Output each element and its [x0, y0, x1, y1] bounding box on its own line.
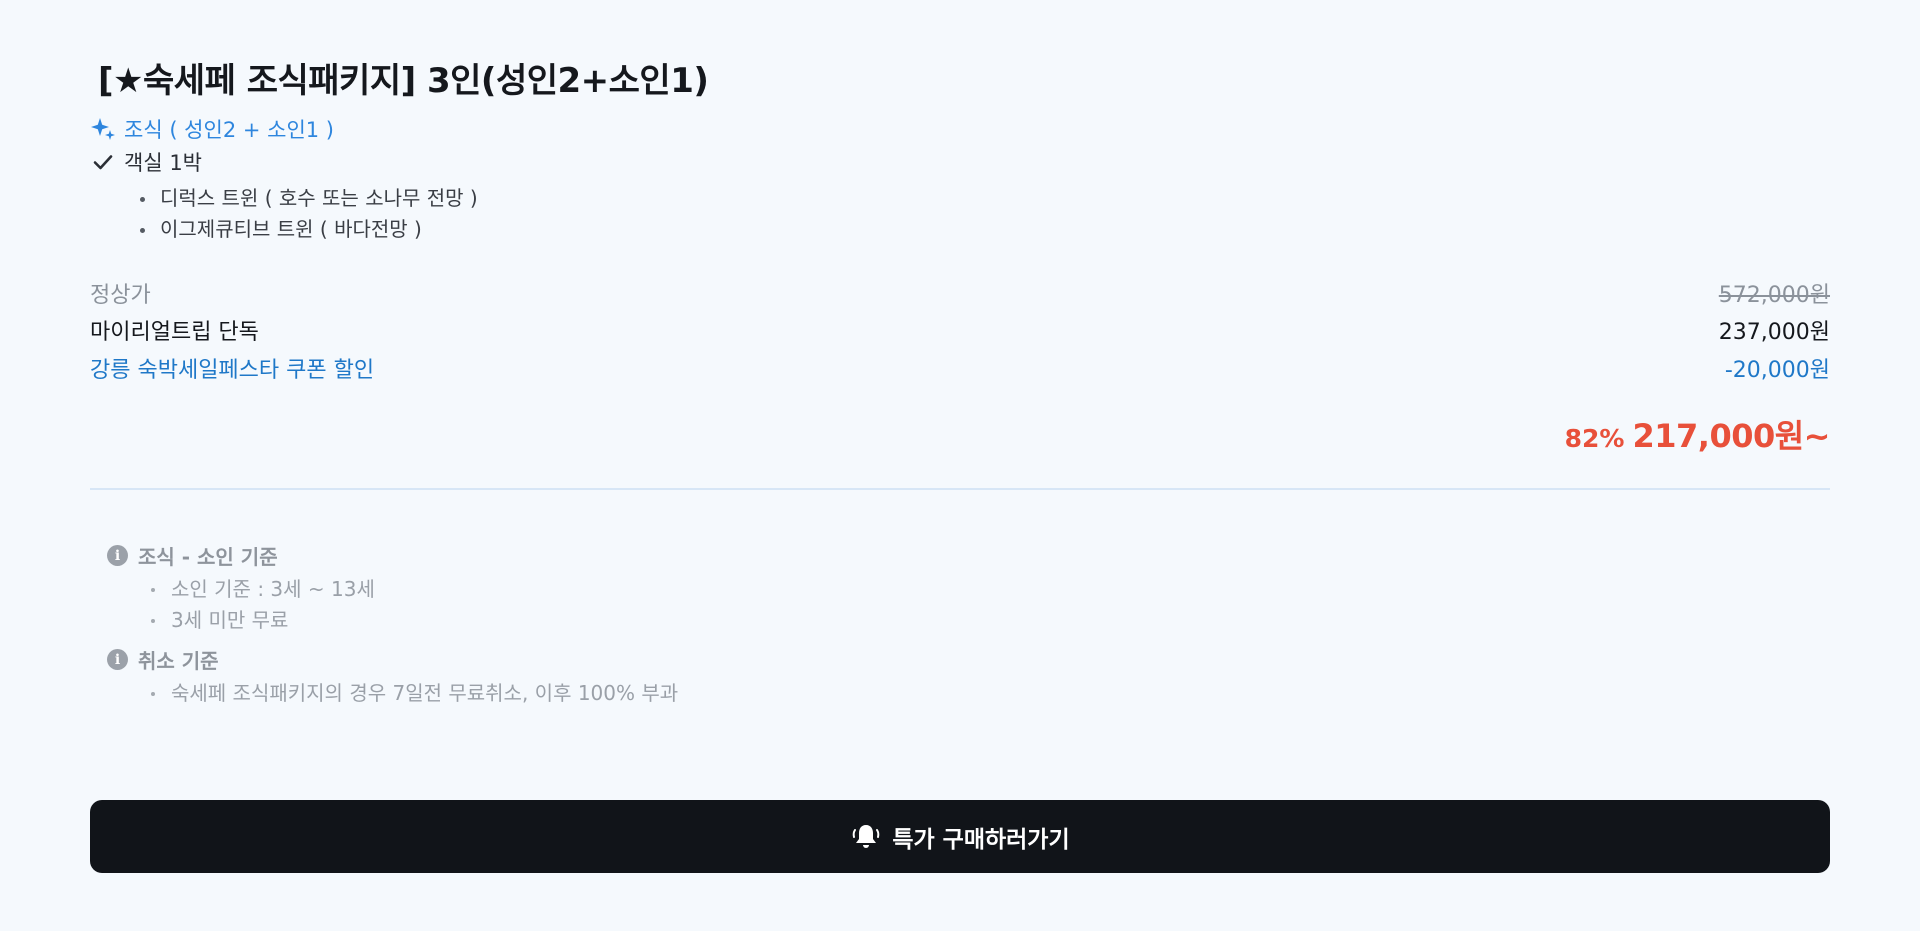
buy-deal-button[interactable]: 특가 구매하러가기 [90, 800, 1830, 873]
note-title-cancellation: i 취소 기준 [107, 645, 219, 674]
note-title-text: 조식 - 소인 기준 [138, 545, 278, 569]
regular-price-value: 572,000원 [1718, 283, 1830, 308]
feature-room: 객실 1박 [90, 147, 202, 177]
section-divider [90, 488, 1830, 490]
feature-breakfast-label: 조식 ( 성인2 + 소인1 ) [124, 118, 334, 142]
buy-deal-label: 특가 구매하러가기 [892, 826, 1070, 853]
info-icon: i [107, 545, 128, 566]
note-list-breakfast: 소인 기준 : 3세 ~ 13세 3세 미만 무료 [151, 574, 375, 636]
final-price: 82% 217,000원~ [1564, 411, 1831, 457]
room-type-list: 디럭스 트윈 ( 호수 또는 소나무 전망 ) 이그제큐티브 트윈 ( 바다전망… [140, 183, 478, 245]
room-type-item: 디럭스 트윈 ( 호수 또는 소나무 전망 ) [140, 183, 478, 214]
info-icon: i [107, 649, 128, 670]
note-title-breakfast: i 조식 - 소인 기준 [107, 541, 278, 570]
feature-breakfast: 조식 ( 성인2 + 소인1 ) [90, 114, 334, 144]
note-item: 숙세페 조식패키지의 경우 7일전 무료취소, 이후 100% 부과 [151, 678, 678, 709]
member-price-value: 237,000원 [1718, 320, 1830, 345]
regular-price-label: 정상가 [90, 283, 151, 308]
member-price-row: 마이리얼트립 단독 237,000원 [90, 314, 1830, 346]
coupon-discount-row: 강릉 숙박세일페스타 쿠폰 할인 -20,000원 [90, 352, 1830, 384]
coupon-discount-label: 강릉 숙박세일페스타 쿠폰 할인 [90, 358, 375, 383]
check-icon [90, 149, 116, 175]
regular-price-row: 정상가 572,000원 [90, 277, 1830, 309]
note-item: 소인 기준 : 3세 ~ 13세 [151, 574, 375, 605]
final-price-amount: 217,000원~ [1632, 417, 1830, 455]
coupon-discount-value: -20,000원 [1724, 358, 1830, 383]
sparkle-icon [90, 116, 116, 142]
product-detail-page: [★숙세페 조식패키지] 3인(성인2+소인1) 조식 ( 성인2 + 소인1 … [0, 0, 1920, 931]
product-title: [★숙세페 조식패키지] 3인(성인2+소인1) [98, 61, 709, 101]
room-type-item: 이그제큐티브 트윈 ( 바다전망 ) [140, 214, 478, 245]
note-title-text: 취소 기준 [138, 649, 219, 673]
discount-rate: 82% [1564, 424, 1625, 453]
bell-icon [850, 821, 882, 853]
note-item: 3세 미만 무료 [151, 605, 375, 636]
feature-room-label: 객실 1박 [124, 151, 202, 175]
note-list-cancellation: 숙세페 조식패키지의 경우 7일전 무료취소, 이후 100% 부과 [151, 678, 678, 709]
member-price-label: 마이리얼트립 단독 [90, 320, 259, 345]
